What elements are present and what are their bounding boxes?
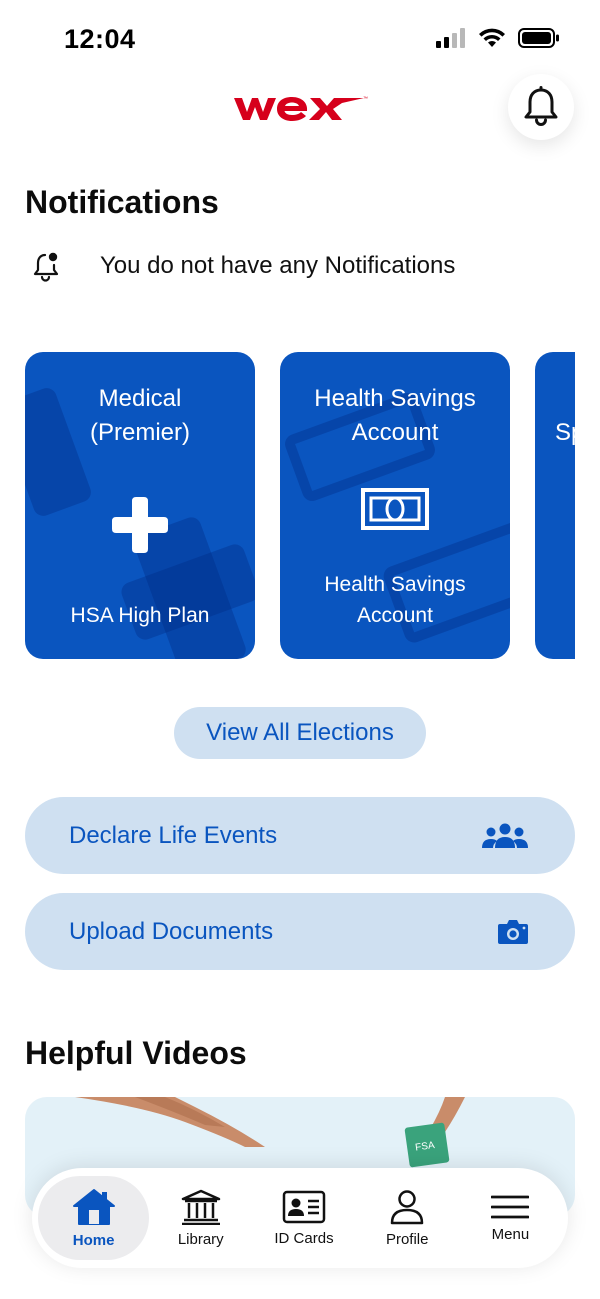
menu-icon <box>491 1195 530 1218</box>
helpful-videos-title: Helpful Videos <box>25 1035 247 1071</box>
tab-profile[interactable]: Profile <box>356 1176 459 1260</box>
card-icon-wrap <box>25 497 255 553</box>
plan-card-medical[interactable]: Medical (Premier) HSA High Plan <box>25 352 255 659</box>
plan-card-title-line2: (Premier) <box>90 419 190 446</box>
profile-icon <box>390 1189 424 1224</box>
notifications-bell-button[interactable] <box>508 74 574 140</box>
people-group-icon <box>482 823 528 848</box>
cellular-signal-icon <box>436 28 465 48</box>
wex-logo: ™ <box>234 96 368 121</box>
notifications-empty-text: You do not have any Notifications <box>100 252 456 279</box>
bottom-tab-bar: Home Library ID Cards Profile Menu <box>32 1168 568 1268</box>
plan-card-subtitle-line2: Account <box>357 604 433 627</box>
upload-documents-label: Upload Documents <box>69 917 274 945</box>
plan-card-third[interactable]: Sp <box>535 352 575 659</box>
plan-card-title-line1: Medical <box>98 385 182 412</box>
plan-card-hsa[interactable]: Health Savings Account Health Savings Ac… <box>280 352 510 659</box>
medical-cross-icon <box>112 497 168 553</box>
home-icon <box>72 1188 115 1225</box>
battery-icon <box>518 28 559 48</box>
wifi-icon <box>479 28 505 47</box>
plan-card-title: Sp <box>555 419 575 446</box>
camera-icon <box>498 919 528 944</box>
plan-card-title-line2: Account <box>351 419 439 446</box>
tab-label: Menu <box>491 1225 530 1243</box>
plan-card-subtitle: HSA High Plan <box>70 604 210 627</box>
view-all-elections-button[interactable]: View All Elections <box>174 707 426 759</box>
tab-home[interactable]: Home <box>38 1176 150 1260</box>
declare-life-events-button[interactable]: Declare Life Events <box>25 797 575 874</box>
money-bill-icon <box>361 488 429 530</box>
notifications-title: Notifications <box>25 184 219 220</box>
tab-label: Profile <box>385 1230 429 1248</box>
plan-card-title: Medical (Premier) <box>25 382 255 450</box>
library-icon <box>181 1189 221 1225</box>
plan-cards-carousel[interactable]: Medical (Premier) HSA High Plan Health S… <box>25 352 575 659</box>
plan-card-title: Health Savings Account <box>280 382 510 450</box>
tab-id-cards[interactable]: ID Cards <box>252 1176 355 1260</box>
status-time: 12:04 <box>64 24 136 54</box>
svg-text:™: ™ <box>363 96 368 102</box>
upload-documents-button[interactable]: Upload Documents <box>25 893 575 970</box>
bell-dot-icon <box>33 252 59 282</box>
status-icons <box>436 28 560 48</box>
plan-card-subtitle-line1: Health Savings <box>324 573 466 596</box>
bell-icon <box>524 86 558 126</box>
id-card-icon <box>282 1190 326 1223</box>
notifications-empty-row: You do not have any Notifications <box>32 250 455 282</box>
tab-label: Library <box>177 1230 224 1248</box>
plan-card-title-line1: Health Savings <box>314 385 476 412</box>
card-icon-wrap <box>280 488 510 530</box>
tab-library[interactable]: Library <box>149 1176 252 1260</box>
tab-menu[interactable]: Menu <box>459 1176 562 1260</box>
plan-card-subtitle: Health Savings Account <box>280 569 510 631</box>
tab-label: Home <box>72 1231 115 1249</box>
tab-label: ID Cards <box>274 1229 334 1247</box>
declare-life-events-label: Declare Life Events <box>69 821 278 849</box>
status-bar: 12:04 <box>0 0 600 80</box>
